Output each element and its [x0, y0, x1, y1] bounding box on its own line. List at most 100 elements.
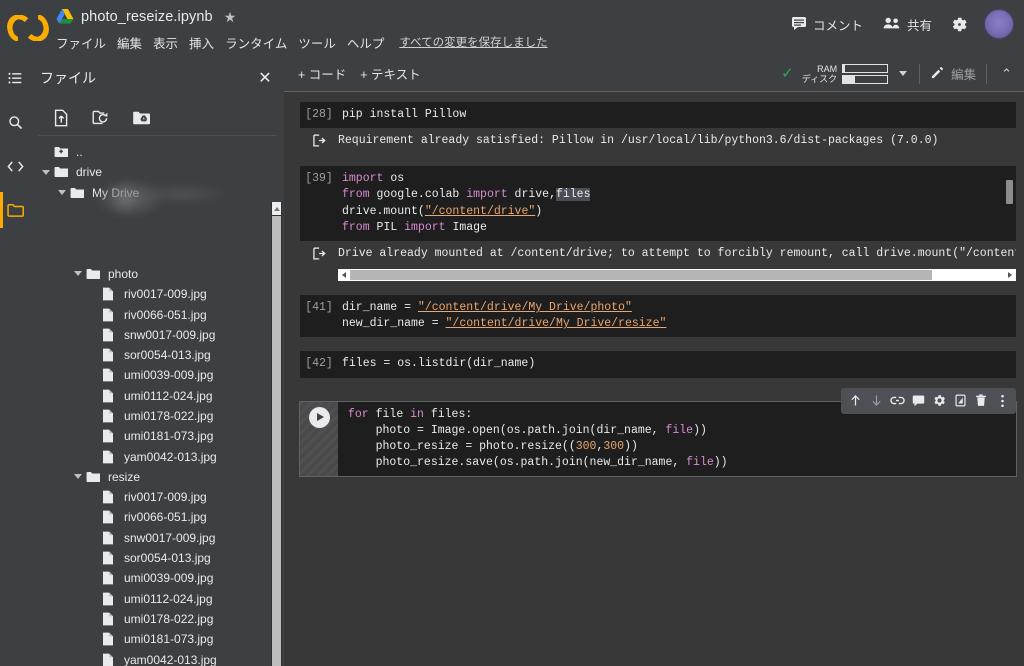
code-cell-41[interactable]: [41] dir_name = "/content/drive/My Drive…: [300, 295, 1016, 337]
files-icon[interactable]: [0, 188, 30, 232]
folder-icon: [86, 471, 102, 483]
tree-file-row[interactable]: umi0112-024.jpg: [30, 589, 284, 609]
add-text-label: + テキスト: [360, 64, 420, 83]
search-icon[interactable]: [0, 100, 30, 144]
close-icon[interactable]: ✕: [252, 65, 278, 91]
file-tree-scrollbar[interactable]: [271, 202, 282, 666]
expander-open-icon[interactable]: [54, 190, 70, 195]
tree-file-row[interactable]: umi0112-024.jpg: [30, 386, 284, 406]
tree-file-row[interactable]: umi0039-009.jpg: [30, 568, 284, 588]
scrollbar-thumb[interactable]: [272, 216, 281, 666]
tree-file-row[interactable]: sor0054-013.jpg: [30, 345, 284, 365]
cell-scrollbar[interactable]: [1006, 180, 1013, 204]
menu-file[interactable]: ファイル: [56, 33, 106, 52]
tree-folder-row[interactable]: resize: [30, 467, 284, 487]
files-panel: ファイル ✕: [30, 56, 284, 666]
menu-help[interactable]: ヘルプ: [347, 33, 385, 52]
tree-item-label: umi0039-009.jpg: [124, 368, 213, 382]
expander-open-icon[interactable]: [70, 474, 86, 479]
cell-source[interactable]: files = os.listdir(dir_name): [338, 356, 1016, 372]
tree-file-row[interactable]: riv0066-051.jpg: [30, 507, 284, 527]
settings-button[interactable]: [942, 7, 976, 41]
tree-file-row[interactable]: riv0066-051.jpg: [30, 304, 284, 324]
menu-edit[interactable]: 編集: [117, 33, 142, 52]
menu-tools[interactable]: ツール: [298, 33, 336, 52]
cell-source[interactable]: import os from google.colab import drive…: [338, 171, 1016, 236]
tree-item-label: snw0017-009.jpg: [124, 328, 215, 342]
scroll-left-arrow[interactable]: [338, 272, 350, 278]
tree-file-row[interactable]: umi0181-073.jpg: [30, 629, 284, 649]
menu-runtime[interactable]: ランタイム: [225, 33, 287, 52]
code-cell-39[interactable]: [39] import os from google.colab import …: [300, 166, 1016, 241]
file-icon: [102, 429, 118, 443]
file-icon: [102, 612, 118, 626]
move-down-icon[interactable]: [866, 390, 886, 412]
link-icon[interactable]: [887, 390, 907, 412]
tree-file-row[interactable]: umi0178-022.jpg: [30, 406, 284, 426]
tree-folder-row[interactable]: photo: [30, 264, 284, 284]
output-horizontal-scrollbar[interactable]: [338, 269, 1016, 281]
more-options-icon[interactable]: [992, 390, 1012, 412]
run-cell-button[interactable]: [300, 402, 338, 477]
notebook-cell: [28] pip install Pillow Requirement alre…: [284, 102, 1024, 152]
scroll-up-arrow[interactable]: [272, 202, 281, 215]
hscroll-thumb[interactable]: [350, 270, 932, 280]
document-title[interactable]: photo_reseize.ipynb: [81, 9, 213, 25]
tree-folder-row[interactable]: My Drive: [30, 183, 284, 203]
cell-source[interactable]: pip install Pillow: [338, 107, 1016, 123]
comment-button[interactable]: コメント: [781, 11, 873, 38]
output-text: Requirement already satisfied: Pillow in…: [338, 133, 1016, 149]
connected-check-icon: ✓: [781, 66, 794, 81]
avatar[interactable]: [984, 9, 1014, 39]
cell-settings-icon[interactable]: [929, 390, 949, 412]
output-text: Drive already mounted at /content/drive;…: [338, 246, 1016, 262]
code-snippets-icon[interactable]: [0, 144, 30, 188]
share-button[interactable]: 共有: [873, 11, 942, 38]
tree-file-row[interactable]: yam0042-013.jpg: [30, 649, 284, 666]
notebook-toolbar: + コード + テキスト ✓ RAM ディスク 編集: [284, 56, 1024, 92]
tree-file-row[interactable]: umi0181-073.jpg: [30, 426, 284, 446]
code-cell-28[interactable]: [28] pip install Pillow: [300, 102, 1016, 128]
tree-folder-row[interactable]: drive: [30, 162, 284, 182]
files-panel-header: ファイル ✕: [30, 56, 284, 100]
add-text-cell-button[interactable]: + テキスト: [360, 64, 420, 83]
chevron-up-icon[interactable]: ⌃: [1001, 66, 1012, 82]
expander-open-icon[interactable]: [38, 170, 54, 175]
resource-meter[interactable]: ✓ RAM ディスク: [781, 64, 907, 84]
tree-file-row[interactable]: umi0178-022.jpg: [30, 609, 284, 629]
comment-icon[interactable]: [908, 390, 928, 412]
chevron-down-icon[interactable]: [899, 71, 907, 76]
refresh-folder-icon[interactable]: [90, 107, 112, 129]
tree-file-row[interactable]: umi0039-009.jpg: [30, 365, 284, 385]
toc-icon[interactable]: [0, 56, 30, 100]
cell-spacer: [284, 152, 1024, 166]
expander-open-icon[interactable]: [70, 271, 86, 276]
cell-output-39: Drive already mounted at /content/drive;…: [300, 241, 1016, 265]
move-up-icon[interactable]: [845, 390, 865, 412]
tree-file-row[interactable]: sor0054-013.jpg: [30, 548, 284, 568]
scroll-right-arrow[interactable]: [1004, 272, 1016, 278]
add-code-cell-button[interactable]: + コード: [298, 64, 346, 83]
upload-file-icon[interactable]: [50, 107, 72, 129]
save-status[interactable]: すべての変更を保存しました: [399, 34, 547, 50]
tree-file-row[interactable]: yam0042-013.jpg: [30, 446, 284, 466]
colab-logo[interactable]: [0, 0, 56, 56]
tree-file-row[interactable]: riv0017-009.jpg: [30, 284, 284, 304]
delete-cell-icon[interactable]: [971, 390, 991, 412]
cell-source[interactable]: dir_name = "/content/drive/My Drive/phot…: [338, 300, 1016, 332]
tree-item-label: ..: [76, 145, 83, 159]
tree-file-row[interactable]: snw0017-009.jpg: [30, 528, 284, 548]
tree-file-row[interactable]: riv0017-009.jpg: [30, 487, 284, 507]
files-panel-title: ファイル: [40, 68, 252, 88]
mount-drive-icon[interactable]: [130, 107, 152, 129]
star-icon[interactable]: ★: [224, 10, 237, 24]
tree-parent-row[interactable]: ..: [30, 142, 284, 162]
code-cell-42[interactable]: [42] files = os.listdir(dir_name): [300, 351, 1016, 377]
tree-item-label: riv0017-009.jpg: [124, 490, 207, 504]
menu-insert[interactable]: 挿入: [189, 33, 214, 52]
menu-view[interactable]: 表示: [153, 33, 178, 52]
mirror-cell-icon[interactable]: [950, 390, 970, 412]
tree-file-row[interactable]: snw0017-009.jpg: [30, 325, 284, 345]
cell-source[interactable]: for file in files: photo = Image.open(os…: [338, 407, 1016, 472]
edit-mode-button[interactable]: 編集: [930, 64, 976, 83]
